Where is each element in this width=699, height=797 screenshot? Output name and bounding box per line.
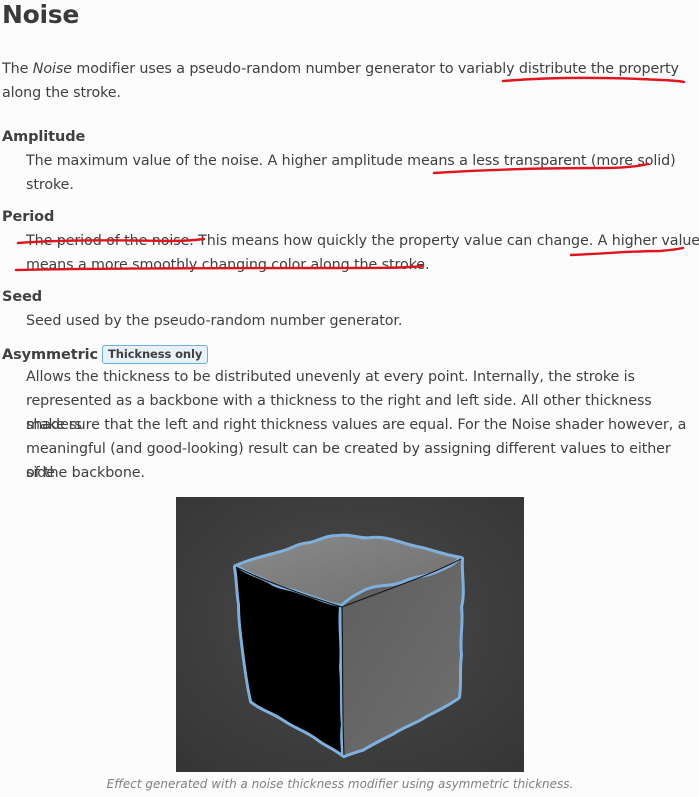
noise-cube-figure (176, 497, 524, 772)
asymmetric-label: Asymmetric (2, 347, 99, 363)
page-title: Noise (2, 0, 80, 29)
thickness-only-badge: Thickness only (102, 345, 209, 364)
amplitude-definition-line2: stroke. (26, 177, 74, 193)
intro-text: modifier uses a pseudo-random number gen… (71, 61, 679, 77)
asymmetric-definition-line3: make sure that the left and right thickn… (26, 417, 687, 433)
figure-caption: Effect generated with a noise thickness … (106, 777, 574, 791)
intro-emphasis: Noise (32, 61, 72, 77)
seed-definition: Seed used by the pseudo-random number ge… (26, 313, 403, 329)
period-definition-line1: The period of the noise. This means how … (26, 233, 699, 249)
asymmetric-definition-line5: of the backbone. (26, 465, 145, 481)
term-asymmetric: Asymmetric Thickness only (2, 345, 209, 364)
amplitude-definition-line1: The maximum value of the noise. A higher… (26, 153, 676, 169)
intro-pre: The (2, 61, 33, 77)
asymmetric-definition-line1: Allows the thickness to be distributed u… (26, 369, 635, 385)
cube-illustration (176, 497, 524, 772)
term-amplitude: Amplitude (2, 129, 86, 145)
period-definition-line2: means a more smoothly changing color alo… (26, 257, 430, 273)
intro-paragraph-line1: The Noise modifier uses a pseudo-random … (2, 57, 679, 81)
document-page: Noise The Noise modifier uses a pseudo-r… (0, 0, 699, 797)
term-seed: Seed (2, 289, 43, 305)
intro-paragraph-line2: along the stroke. (2, 85, 121, 101)
term-period: Period (2, 209, 55, 225)
